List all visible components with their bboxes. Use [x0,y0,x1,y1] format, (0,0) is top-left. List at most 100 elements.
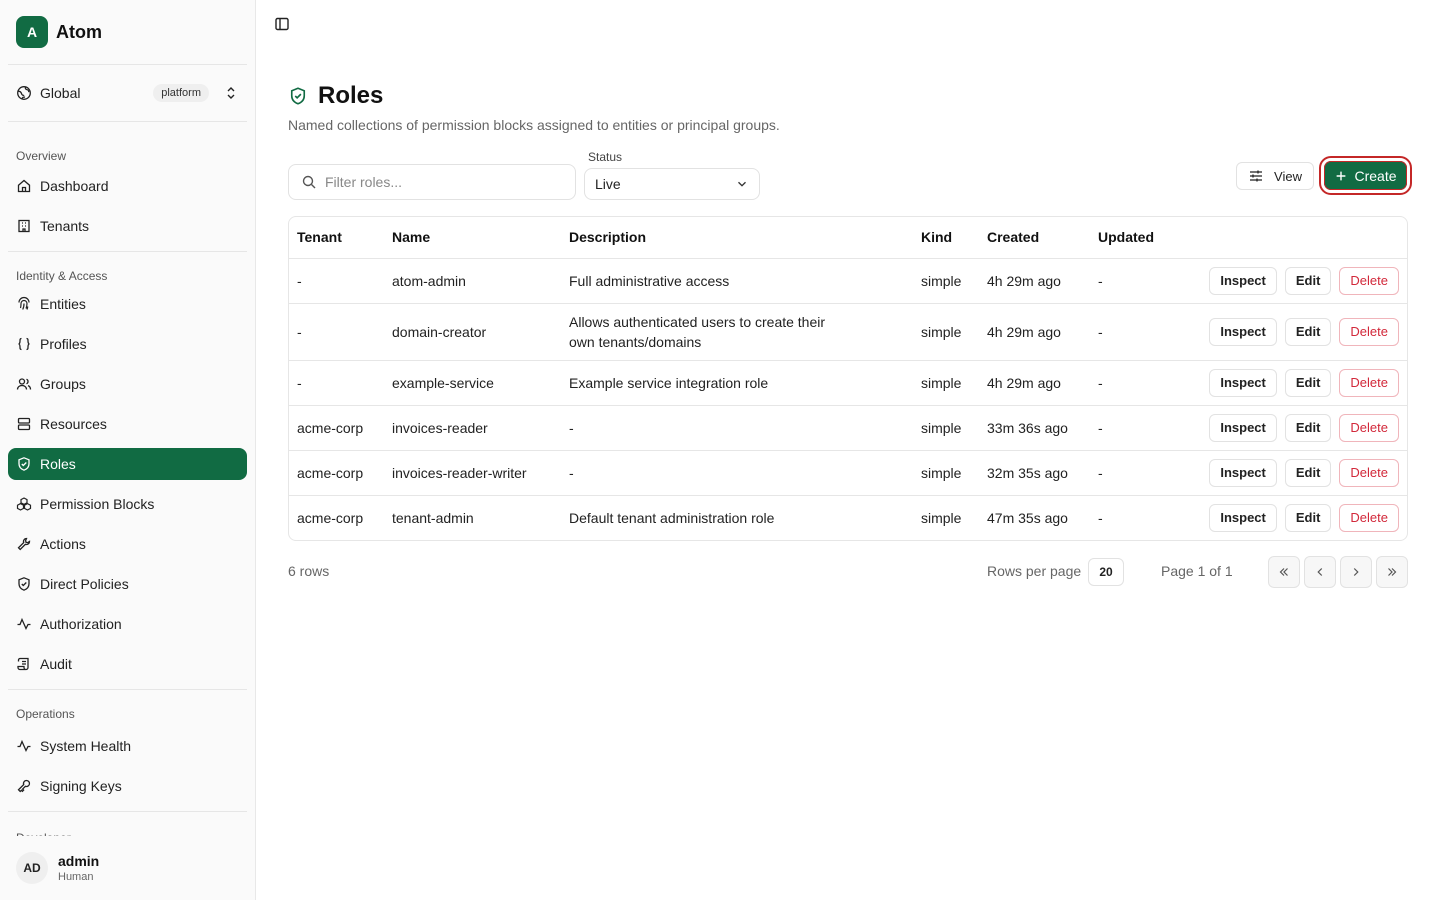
edit-button[interactable]: Edit [1284,503,1332,532]
brand[interactable]: A Atom [0,0,255,64]
sidebar-item-direct-policies[interactable]: Direct Policies [8,568,247,600]
sidebar-item-tenants[interactable]: Tenants [8,210,247,242]
column-header-name[interactable]: Name [384,217,561,259]
brand-logo: A [16,16,48,48]
brand-name: Atom [56,21,102,42]
sidebar-item-label: Profiles [40,336,87,352]
delete-button[interactable]: Delete [1339,413,1399,442]
search-field[interactable] [288,164,576,200]
main-content: Roles Named collections of permission bl… [256,0,1440,900]
delete-button[interactable]: Delete [1339,503,1399,532]
sidebar-item-label: Signing Keys [40,778,122,794]
sidebar-item-permission-blocks[interactable]: Permission Blocks [8,488,247,520]
activity-icon [16,738,32,754]
inspect-button[interactable]: Inspect [1209,458,1277,487]
cell-tenant: - [289,258,384,304]
status-value: Live [595,176,621,192]
edit-button[interactable]: Edit [1284,368,1332,397]
braces-icon [16,336,32,352]
section-label-identity: Identity & Access [16,269,108,283]
sidebar-item-roles[interactable]: Roles [8,448,247,480]
table-row[interactable]: - atom-admin Full administrative access … [289,258,1407,304]
scroll-icon [16,656,32,672]
inspect-button[interactable]: Inspect [1209,317,1277,346]
column-header-updated[interactable]: Updated [1090,217,1190,259]
avatar: AD [16,852,48,884]
last-page-button[interactable] [1376,556,1408,588]
edit-button[interactable]: Edit [1284,458,1332,487]
cell-created: 4h 29m ago [979,258,1090,304]
sidebar: A Atom Global platform Overview Dashboar… [0,0,256,900]
sidebar-item-entities[interactable]: Entities [8,288,247,320]
cell-description: - [561,405,913,451]
delete-button[interactable]: Delete [1339,368,1399,397]
sidebar-item-dashboard[interactable]: Dashboard [8,170,247,202]
create-button[interactable]: Create [1319,156,1412,195]
sidebar-item-label: Direct Policies [40,576,129,592]
rows-per-page-select[interactable]: 20 [1088,558,1124,586]
status-select[interactable]: Live [584,168,760,200]
edit-button[interactable]: Edit [1284,266,1332,295]
cell-kind: simple [913,258,979,304]
delete-button[interactable]: Delete [1339,458,1399,487]
delete-button[interactable]: Delete [1339,317,1399,346]
view-button-label: View [1274,168,1302,184]
sidebar-toggle-icon[interactable] [274,16,290,32]
previous-page-button[interactable] [1304,556,1336,588]
cell-updated: - [1090,450,1190,496]
sidebar-item-resources[interactable]: Resources [8,408,247,440]
globe-icon [16,85,32,101]
sidebar-item-label: Permission Blocks [40,496,155,512]
column-header-tenant[interactable]: Tenant [289,217,384,259]
blocks-icon [16,496,32,512]
next-page-button[interactable] [1340,556,1372,588]
cell-name: tenant-admin [392,509,474,526]
sliders-icon [1248,168,1264,184]
delete-button[interactable]: Delete [1339,266,1399,295]
column-header-kind[interactable]: Kind [913,217,979,259]
sidebar-item-label: Tenants [40,218,90,234]
table-row[interactable]: acme-corp invoices-reader-writer - simpl… [289,450,1407,496]
sidebar-item-label: Groups [40,376,86,392]
sidebar-item-profiles[interactable]: Profiles [8,328,247,360]
sidebar-item-actions[interactable]: Actions [8,528,247,560]
sidebar-item-label: Audit [40,656,72,672]
sidebar-item-signing-keys[interactable]: Signing Keys [8,770,247,802]
edit-button[interactable]: Edit [1284,413,1332,442]
first-page-button[interactable] [1268,556,1300,588]
cell-kind: simple [913,360,979,406]
cell-updated: - [1098,509,1103,526]
sidebar-item-audit[interactable]: Audit [8,648,247,680]
sidebar-item-authorization[interactable]: Authorization [8,608,247,640]
table-row[interactable]: acme-corp invoices-reader - simple 33m 3… [289,405,1407,451]
plus-icon [1334,169,1348,183]
column-header-created[interactable]: Created [979,217,1090,259]
table-row[interactable]: acme-corp tenant-admin Default tenant ad… [289,495,1407,540]
sidebar-item-label: Actions [40,536,86,552]
edit-button[interactable]: Edit [1284,317,1332,346]
inspect-button[interactable]: Inspect [1209,368,1277,397]
wrench-icon [16,536,32,552]
chevron-right-icon [1349,565,1363,579]
divider [8,811,247,812]
cell-description: - [561,450,913,496]
shield-icon [16,576,32,592]
inspect-button[interactable]: Inspect [1209,413,1277,442]
search-input[interactable] [325,174,555,190]
sidebar-item-groups[interactable]: Groups [8,368,247,400]
cell-kind: simple [913,450,979,496]
table-row[interactable]: - example-service Example service integr… [289,360,1407,406]
inspect-button[interactable]: Inspect [1209,503,1277,532]
cell-created: 4h 29m ago [979,303,1090,361]
view-button[interactable]: View [1236,162,1314,190]
sidebar-item-system-health[interactable]: System Health [8,730,247,762]
page-title: Roles [318,82,384,109]
scope-switcher[interactable]: Global platform [0,65,255,121]
key-icon [16,778,32,794]
users-icon [16,376,32,392]
user-role: Human [58,871,94,883]
table-row[interactable]: - domain-creator Allows authenticated us… [289,303,1407,361]
inspect-button[interactable]: Inspect [1209,266,1277,295]
column-header-description[interactable]: Description [561,217,913,259]
user-menu[interactable]: AD admin Human [0,836,255,900]
